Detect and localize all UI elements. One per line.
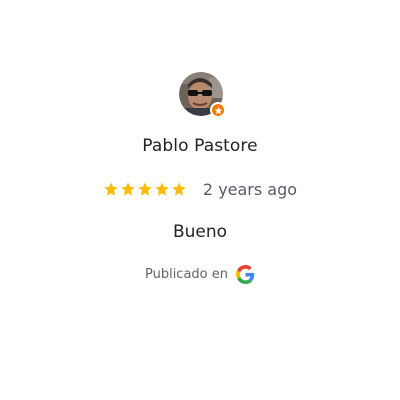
star-icon: [138, 182, 152, 196]
local-guide-star-icon: [214, 106, 222, 114]
star-rating: [103, 181, 187, 197]
local-guide-badge: [210, 102, 226, 118]
review-source: Publicado en: [0, 264, 400, 284]
review-card: Pablo Pastore 2 years ago Bueno Publicad…: [0, 0, 400, 400]
reviewer-name[interactable]: Pablo Pastore: [0, 136, 400, 156]
review-time: 2 years ago: [202, 179, 298, 199]
star-icon: [172, 182, 186, 196]
star-icon: [121, 182, 135, 196]
review-text: Bueno: [172, 222, 228, 242]
rating-row: 2 years ago: [0, 178, 400, 200]
google-icon[interactable]: [236, 264, 255, 284]
star-icon: [104, 182, 118, 196]
star-icon: [155, 182, 169, 196]
reviewer-avatar-wrap[interactable]: [179, 72, 226, 118]
source-label: Publicado en: [144, 266, 228, 282]
